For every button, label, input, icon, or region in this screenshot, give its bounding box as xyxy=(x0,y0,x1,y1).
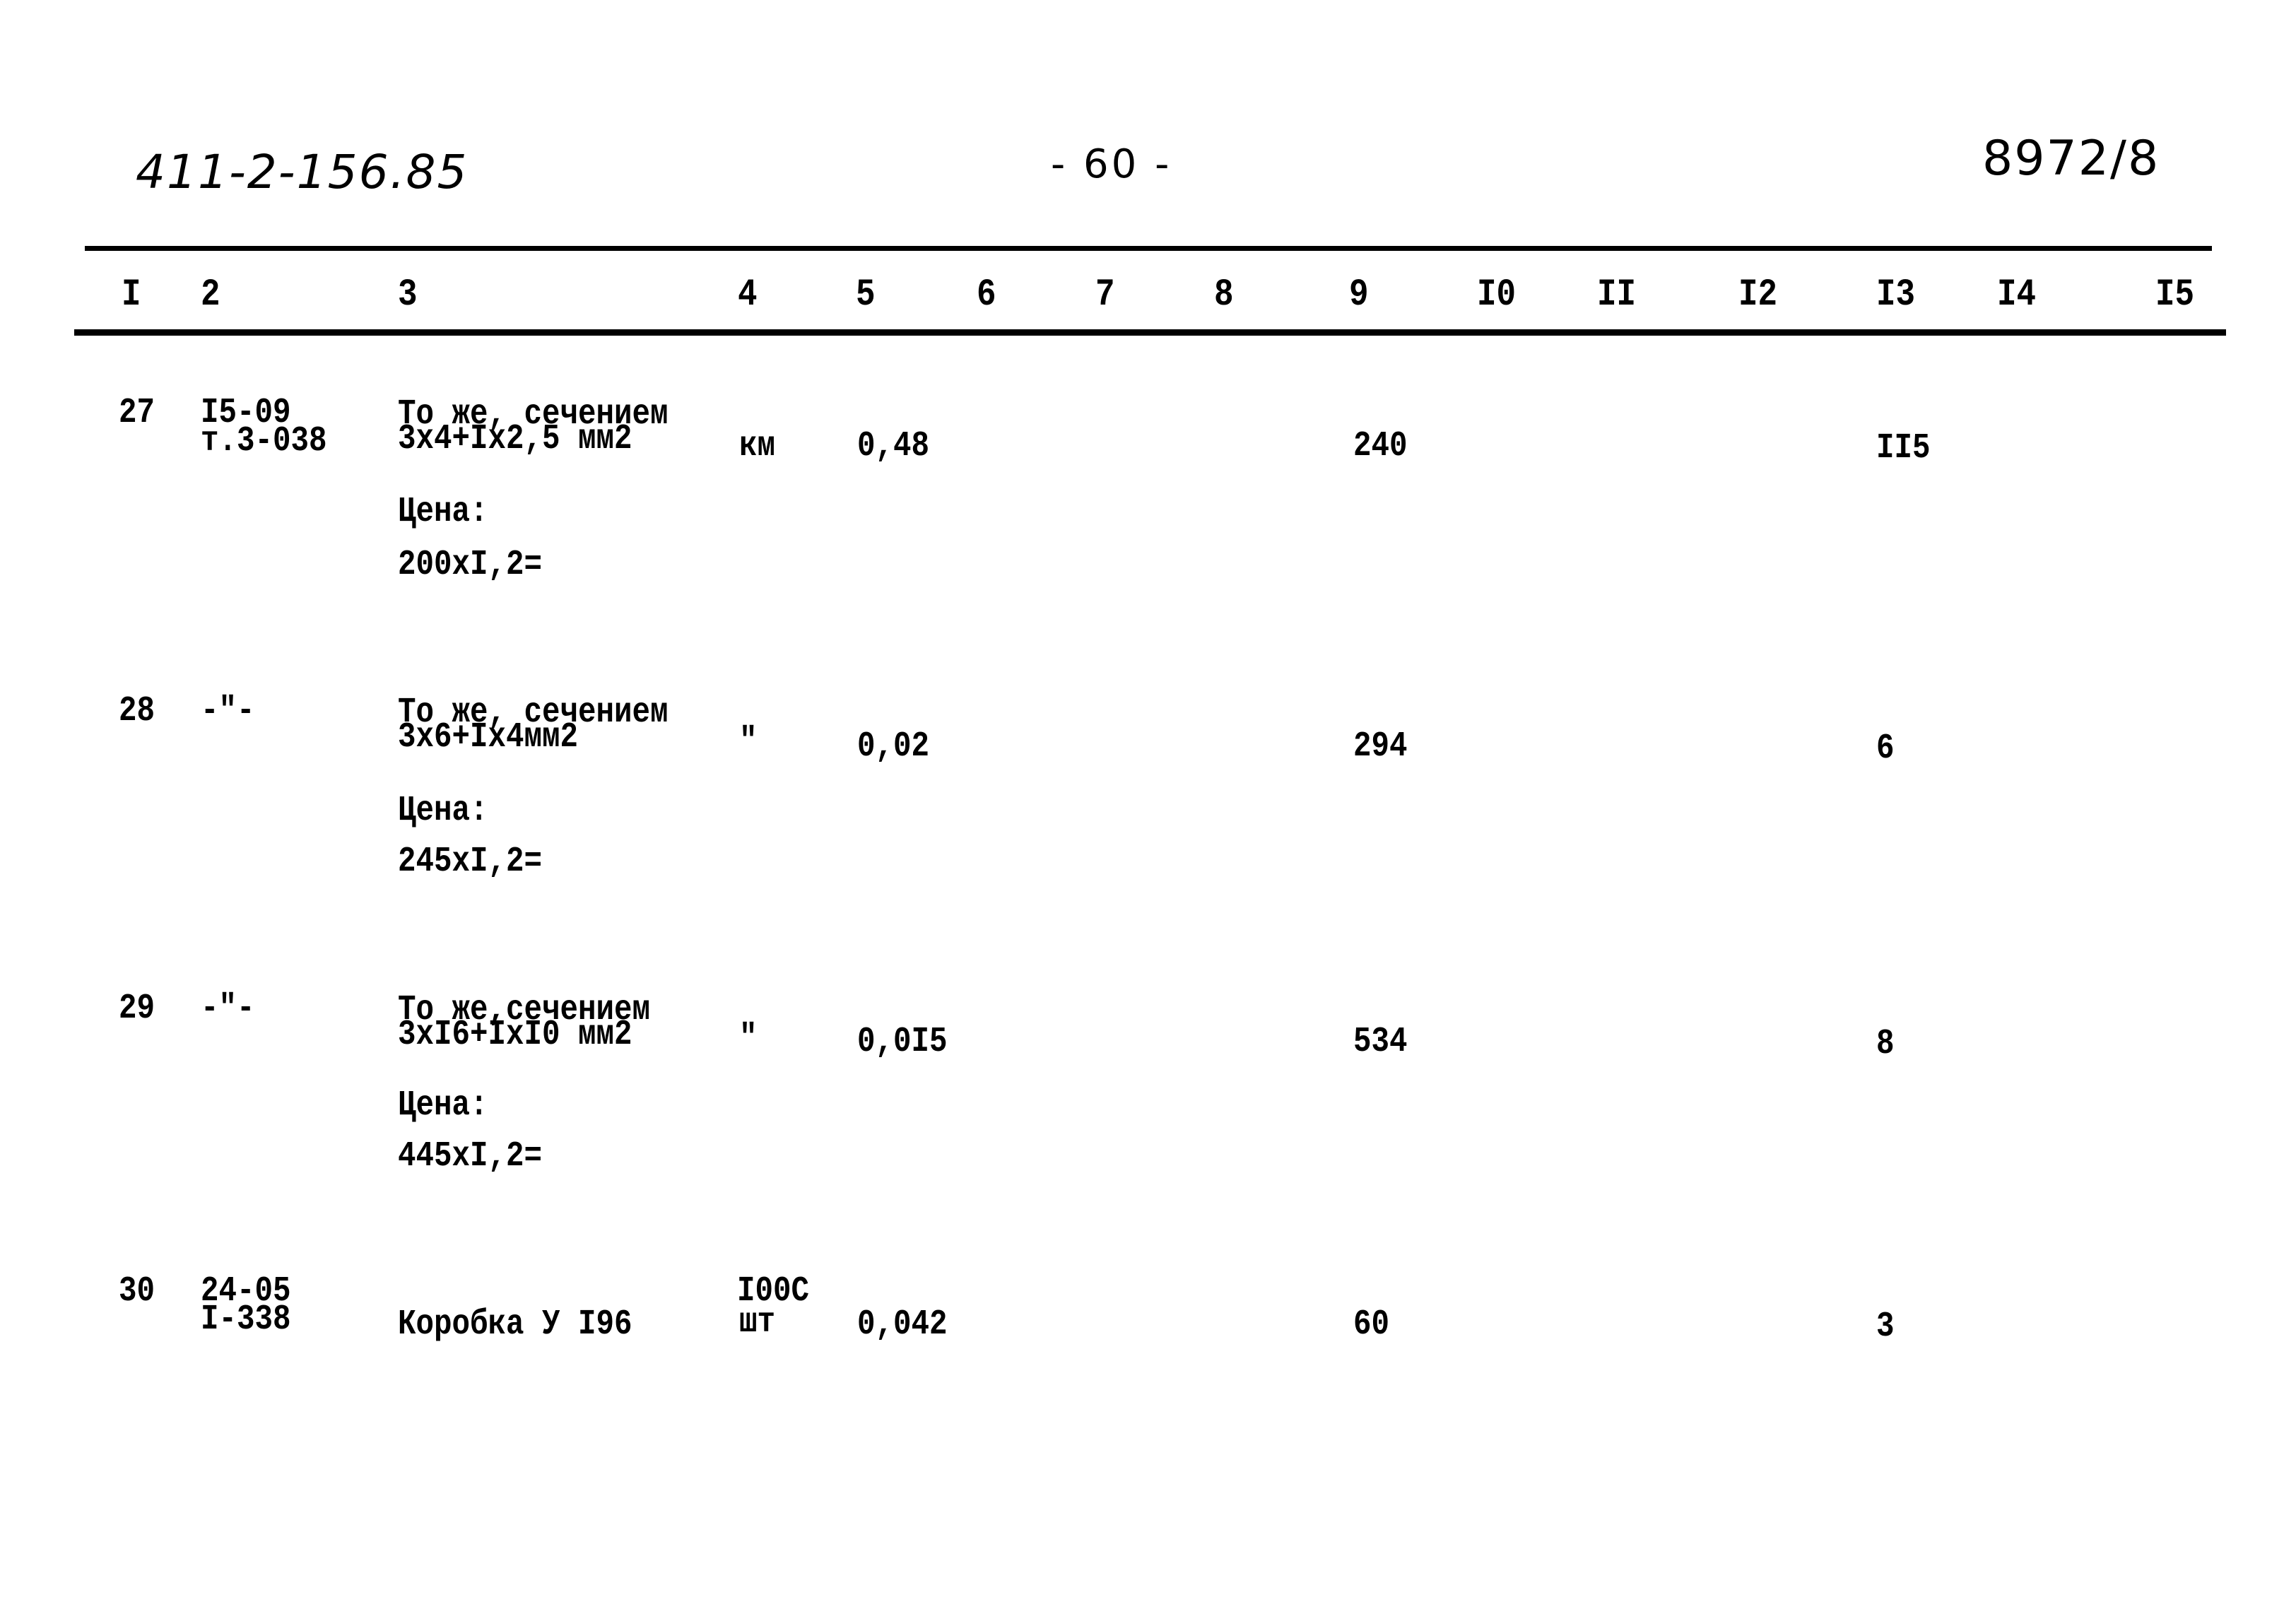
column-header: I xyxy=(122,273,141,317)
header-bottom-rule xyxy=(74,329,2226,336)
column-header: 9 xyxy=(1349,273,1369,317)
col9-value: 534 xyxy=(1353,1022,1408,1062)
row-number: 29 xyxy=(119,989,155,1029)
column-header: I4 xyxy=(1997,273,2037,317)
column-header: 8 xyxy=(1214,273,1234,317)
column-header: 6 xyxy=(977,273,996,317)
row-number: 27 xyxy=(119,393,155,433)
description-spec: 3xI6+IxI0 мм2 xyxy=(398,1015,632,1055)
column-header: 3 xyxy=(398,273,418,317)
col13-value: II5 xyxy=(1876,428,1931,469)
column-header: 2 xyxy=(201,273,220,317)
col9-value: 294 xyxy=(1353,726,1408,767)
price-label: Цена: xyxy=(398,791,488,831)
col9-value: 240 xyxy=(1353,426,1408,466)
quantity: 0,48 xyxy=(857,426,930,466)
price-label: Цена: xyxy=(398,1085,488,1126)
price-formula: 200xI,2= xyxy=(398,545,543,585)
price-formula: 245xI,2= xyxy=(398,842,543,882)
sheet-code: 8972/8 xyxy=(1982,131,2160,187)
description-spec: 3x6+Ix4мм2 xyxy=(398,717,579,758)
column-header: I2 xyxy=(1738,273,1778,317)
document-code: 411-2-156.85 xyxy=(136,145,469,199)
page-number: - 60 - xyxy=(1051,141,1172,187)
col13-value: 3 xyxy=(1876,1307,1895,1347)
column-header: I0 xyxy=(1477,273,1517,317)
column-header: 5 xyxy=(856,273,876,317)
column-header: I3 xyxy=(1876,273,1916,317)
col13-value: 8 xyxy=(1876,1024,1895,1064)
norm-code-sub: т.3-038 xyxy=(201,421,327,461)
quantity: 0,042 xyxy=(857,1304,948,1345)
description-spec: 3x4+Ix2,5 мм2 xyxy=(398,419,632,459)
col9-value: 60 xyxy=(1353,1304,1390,1345)
unit: км xyxy=(739,426,776,466)
price-label: Цена: xyxy=(398,492,488,532)
unit-ditto: " xyxy=(739,1018,758,1059)
row-number: 28 xyxy=(119,691,155,731)
column-header: I5 xyxy=(2155,273,2195,317)
quantity: 0,0I5 xyxy=(857,1022,948,1062)
quantity: 0,02 xyxy=(857,726,930,767)
col13-value: 6 xyxy=(1876,729,1895,769)
description-spec: Коробка У I96 xyxy=(398,1304,632,1345)
column-header: 7 xyxy=(1095,273,1115,317)
column-header: II xyxy=(1597,273,1637,317)
norm-code: -"- xyxy=(201,691,255,731)
norm-code-sub: I-338 xyxy=(201,1300,291,1340)
header-top-rule xyxy=(85,246,2212,251)
price-formula: 445xI,2= xyxy=(398,1136,543,1177)
unit: шт xyxy=(739,1302,776,1343)
column-header: 4 xyxy=(738,273,758,317)
unit-ditto: " xyxy=(739,722,758,762)
norm-code: -"- xyxy=(201,989,255,1029)
row-number: 30 xyxy=(119,1271,155,1312)
unit-multiplier: I00C xyxy=(737,1271,810,1312)
